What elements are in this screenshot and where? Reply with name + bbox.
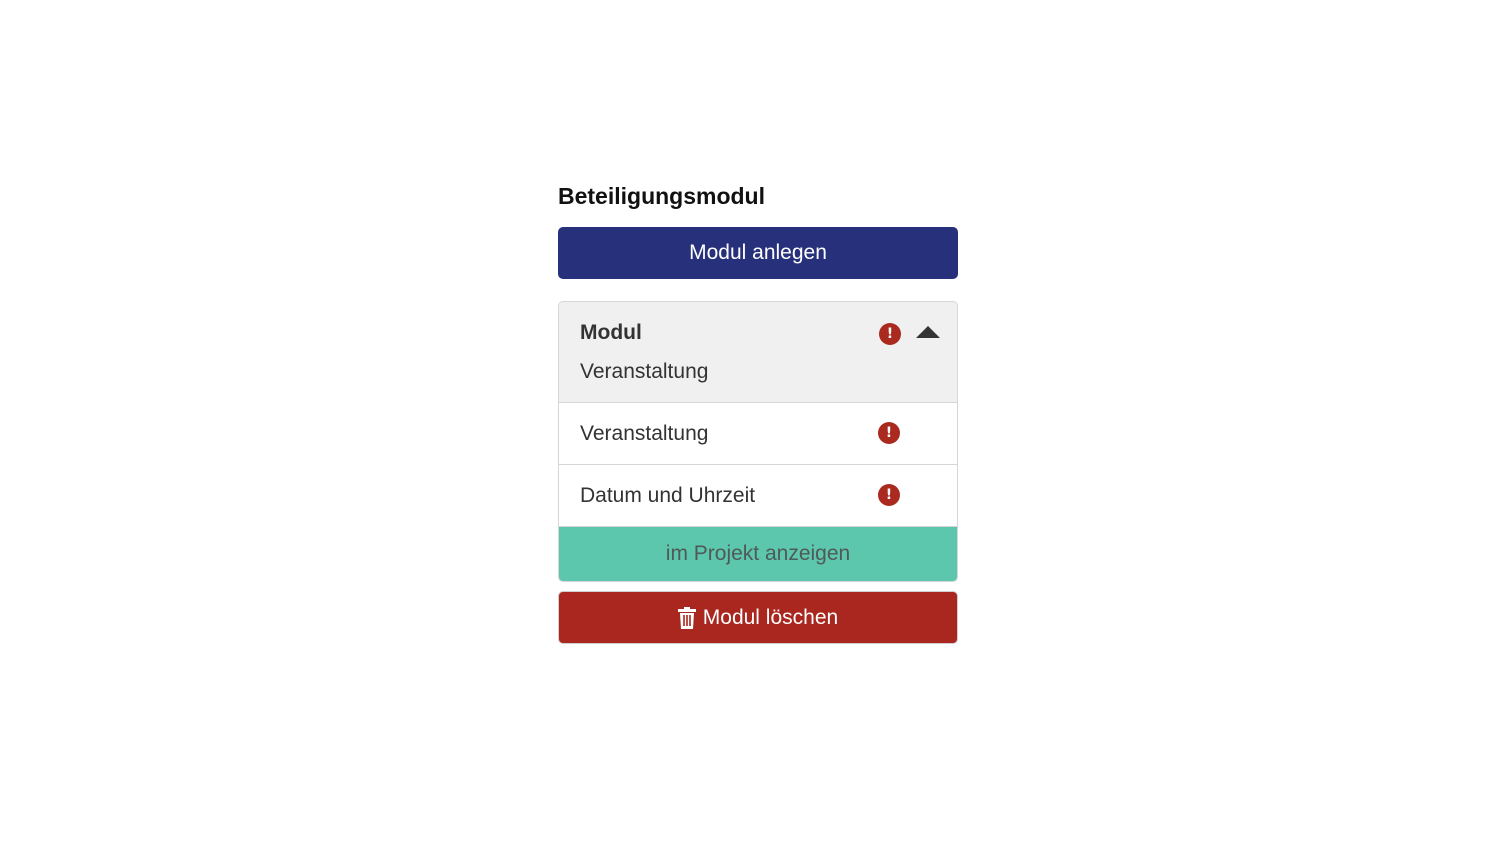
show-in-project-button[interactable]: im Projekt anzeigen xyxy=(559,527,957,581)
module-subtitle: Veranstaltung xyxy=(580,360,709,383)
create-module-button[interactable]: Modul anlegen xyxy=(558,227,958,279)
alert-icon: ! xyxy=(878,422,900,444)
module-item-label: Veranstaltung xyxy=(580,422,709,445)
module-card: Modul Veranstaltung ! Veranstaltung ! Da… xyxy=(558,301,958,582)
module-item-veranstaltung[interactable]: Veranstaltung ! xyxy=(559,403,957,465)
section-title: Beteiligungsmodul xyxy=(558,183,765,209)
delete-module-label: Modul löschen xyxy=(702,605,839,629)
alert-icon: ! xyxy=(878,484,900,506)
chevron-up-icon[interactable] xyxy=(916,326,940,338)
module-title: Modul xyxy=(580,321,642,344)
alert-icon: ! xyxy=(879,323,901,345)
module-header[interactable]: Modul Veranstaltung ! xyxy=(559,302,957,403)
delete-module-button[interactable]: Modul löschen xyxy=(558,591,958,644)
module-item-label: Datum und Uhrzeit xyxy=(580,484,756,507)
trash-icon xyxy=(677,606,696,629)
module-item-datum-uhrzeit[interactable]: Datum und Uhrzeit ! xyxy=(559,465,957,527)
